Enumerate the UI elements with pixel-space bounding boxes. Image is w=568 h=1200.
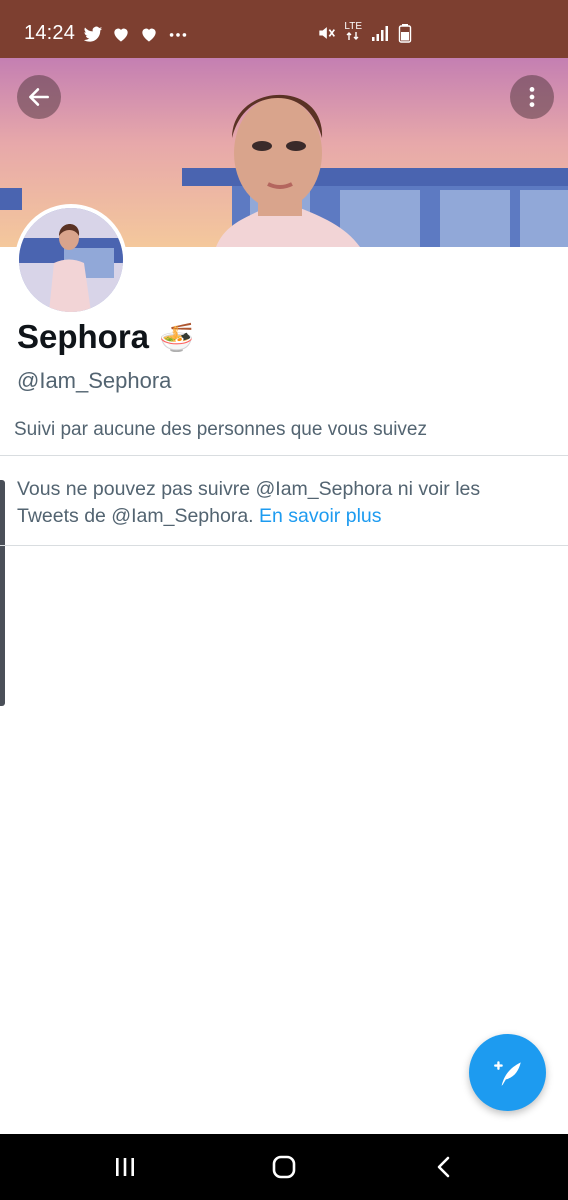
- system-nav-bar: [0, 1134, 568, 1200]
- more-vertical-icon: [529, 87, 535, 107]
- divider: [0, 455, 568, 456]
- compose-tweet-icon: [493, 1060, 521, 1086]
- twitter-icon: [83, 24, 103, 44]
- profile-display-name: Sephora 🍜: [17, 318, 194, 356]
- arrow-left-icon: [29, 88, 49, 106]
- profile-handle: @Iam_Sephora: [17, 368, 172, 393]
- blocked-notice-text: Vous ne pouvez pas suivre @Iam_Sephora n…: [17, 478, 481, 527]
- blocked-notice: Vous ne pouvez pas suivre @Iam_Sephora n…: [17, 476, 537, 530]
- divider: [0, 545, 568, 546]
- status-left: 14:24: [24, 22, 187, 45]
- more-options-button[interactable]: [510, 75, 554, 119]
- recents-button[interactable]: [105, 1152, 145, 1182]
- home-icon: [272, 1155, 296, 1179]
- battery-icon: [398, 23, 418, 43]
- back-button[interactable]: [17, 75, 61, 119]
- home-button[interactable]: [264, 1152, 304, 1182]
- noodle-emoji-icon: 🍜: [159, 321, 194, 353]
- avatar[interactable]: [15, 204, 127, 316]
- scroll-indicator: [0, 480, 5, 706]
- learn-more-link[interactable]: En savoir plus: [259, 505, 381, 527]
- status-bar: 14:24 LTE: [0, 0, 568, 58]
- heart-icon: [139, 24, 159, 44]
- more-horiz-icon: [167, 24, 187, 44]
- back-icon: [437, 1156, 450, 1178]
- heart-icon: [111, 24, 131, 44]
- recents-icon: [116, 1158, 134, 1176]
- avatar-image: [19, 208, 123, 312]
- status-right: LTE: [316, 22, 418, 43]
- mute-icon: [316, 23, 336, 43]
- signal-icon: [370, 23, 390, 43]
- status-time: 14:24: [24, 22, 76, 44]
- followed-by-text: Suivi par aucune des personnes que vous …: [14, 419, 427, 440]
- lte-icon: LTE: [344, 22, 362, 43]
- compose-tweet-button[interactable]: [469, 1034, 546, 1111]
- back-nav-button[interactable]: [424, 1152, 464, 1182]
- display-name-text: Sephora: [17, 318, 150, 355]
